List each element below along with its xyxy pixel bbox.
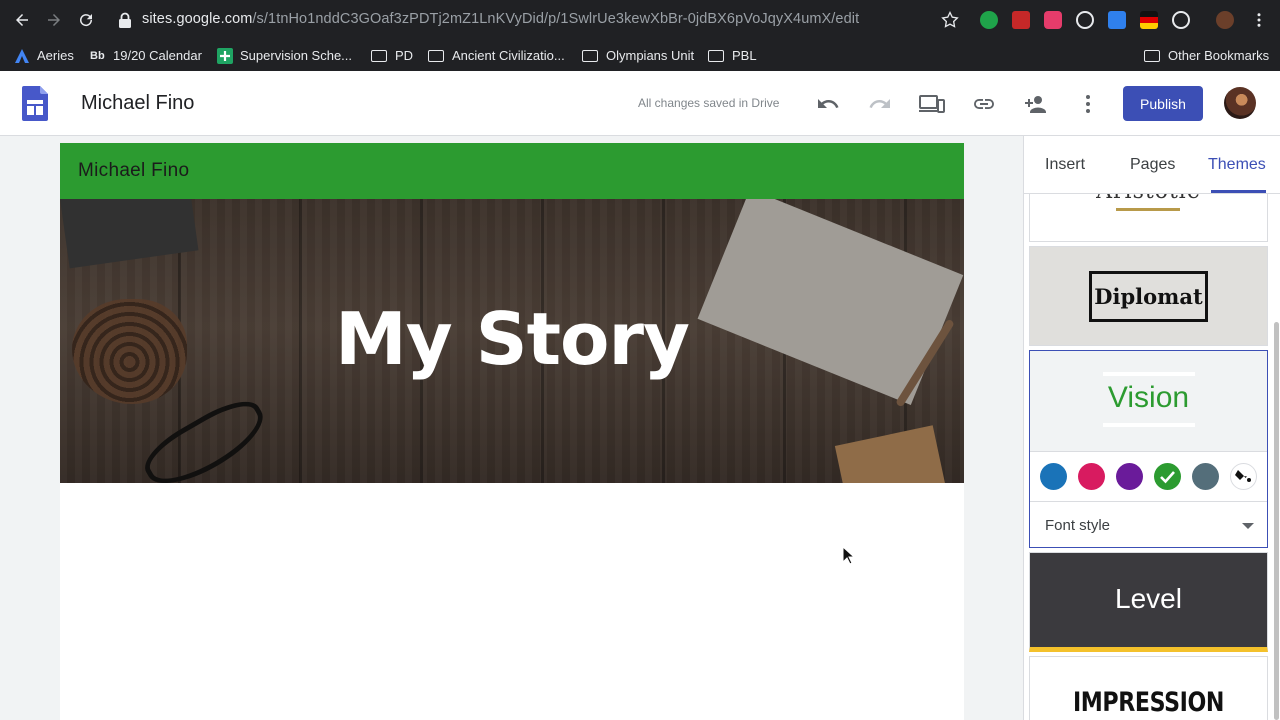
aeries-logo-icon [15,48,29,63]
extension-blue-icon[interactable] [1108,11,1126,29]
bookmark-pd[interactable]: PD [371,40,413,71]
folder-icon [371,49,387,62]
other-bookmarks[interactable]: Other Bookmarks [1144,40,1269,71]
sheets-plus-icon [217,47,233,64]
redo-icon [869,99,890,108]
bookmarks-bar: Aeries Bb 19/20 Calendar Supervision Sch… [0,40,1280,71]
site-page[interactable]: Michael Fino My Story [60,143,964,720]
banner-title[interactable]: My Story [60,297,964,381]
theme-card-impression[interactable]: IMPRESSION [1029,656,1268,720]
theme-name-level: Level [1115,583,1182,614]
folder-icon [708,49,724,62]
extension-video-icon[interactable] [1044,11,1062,29]
bookmark-supervision[interactable]: Supervision Sche... [217,40,352,71]
copy-link-button[interactable] [971,91,997,117]
account-avatar[interactable] [1224,87,1256,119]
undo-button[interactable] [815,91,841,117]
color-swatch-green[interactable] [1154,463,1181,490]
profile-avatar-icon[interactable] [1216,11,1234,29]
folder-icon [428,49,444,62]
tab-pages[interactable]: Pages [1130,156,1175,174]
theme-name-diplomat: Diplomat [1089,271,1208,322]
share-button[interactable] [1023,91,1049,117]
color-swatch-blue[interactable] [1040,463,1067,490]
theme-name-impression: IMPRESSION [1072,687,1225,718]
extension-flag-icon[interactable] [1140,11,1158,29]
font-style-dropdown[interactable]: Font style [1045,517,1110,534]
save-status: All changes saved in Drive [638,96,780,110]
bookmark-star-icon[interactable] [940,10,960,30]
undo-icon [818,99,839,108]
active-tab-indicator [1211,190,1266,193]
bookmark-pbl[interactable]: PBL [708,40,757,71]
more-vert-icon [1086,95,1090,113]
browser-menu-button[interactable] [1247,8,1271,32]
paint-bucket-icon [1235,470,1251,482]
extension-red-icon[interactable] [1012,11,1030,29]
aristotle-underline [1116,208,1180,211]
page-header-title[interactable]: Michael Fino [78,160,189,182]
person-add-icon [1025,96,1046,113]
color-swatch-slate[interactable] [1192,463,1219,490]
publish-button[interactable]: Publish [1123,86,1203,121]
back-button[interactable] [10,8,34,32]
arrow-left-icon [16,14,28,26]
reload-button[interactable] [74,8,98,32]
theme-card-vision[interactable]: Vision Font style [1029,350,1268,548]
google-sites-logo-icon[interactable] [22,86,48,121]
reload-icon [80,14,93,27]
address-bar-row: sites.google.com/s/1tnHo1nddC3GOaf3zPDTj… [0,0,1280,40]
preview-button[interactable] [919,91,945,117]
blackboard-icon: Bb [90,49,105,62]
forward-button[interactable] [42,8,66,32]
editor-canvas: Michael Fino My Story [0,136,1023,720]
bookmark-calendar[interactable]: Bb 19/20 Calendar [90,40,202,71]
sites-toolbar: Michael Fino All changes saved in Drive … [0,71,1280,136]
theme-name-vision: Vision [1107,381,1190,414]
header-banner[interactable]: My Story [60,199,964,483]
mouse-cursor-icon [842,546,854,565]
panel-tabs: Insert Pages Themes [1024,136,1280,194]
vision-rule-top [1103,372,1195,376]
more-vert-icon [1257,13,1261,27]
page-header[interactable]: Michael Fino [60,143,964,199]
folder-icon [582,49,598,62]
lock-icon[interactable] [118,12,132,28]
vision-divider-2 [1030,501,1267,502]
side-panel: Aristotle Diplomat Vision Font style Lev… [1023,136,1280,720]
folder-icon [1144,49,1160,62]
tab-themes[interactable]: Themes [1208,156,1266,174]
site-title[interactable]: Michael Fino [81,92,194,115]
redo-button[interactable] [867,91,893,117]
more-options-button[interactable] [1075,91,1101,117]
extension-green-icon[interactable] [980,11,998,29]
url-path: /s/1tnHo1nddC3GOaf3zPDTj2mZ1LnKVyDid/p/1… [252,11,860,27]
panel-scrollbar[interactable] [1274,322,1279,720]
bookmark-olympians-unit[interactable]: Olympians Unit [582,40,694,71]
devices-icon [919,95,945,113]
vision-divider [1030,451,1267,452]
extension-globe-icon[interactable] [1172,11,1190,29]
check-icon [1160,471,1175,484]
color-swatch-purple[interactable] [1116,463,1143,490]
url-field[interactable]: sites.google.com/s/1tnHo1nddC3GOaf3zPDTj… [142,11,859,27]
theme-card-level[interactable]: Level [1029,552,1268,652]
link-icon [974,99,994,109]
url-host: sites.google.com [142,11,253,27]
bookmark-aeries[interactable]: Aeries [14,40,74,71]
tab-insert[interactable]: Insert [1045,156,1085,174]
arrow-right-icon [48,14,60,26]
browser-chrome: sites.google.com/s/1tnHo1nddC3GOaf3zPDTj… [0,0,1280,71]
color-swatch-pink[interactable] [1078,463,1105,490]
vision-rule-bottom [1103,423,1195,427]
chevron-down-icon[interactable] [1242,523,1254,529]
bookmark-ancient-civilizations[interactable]: Ancient Civilizatio... [428,40,565,71]
custom-color-button[interactable] [1230,463,1257,490]
extension-share-icon[interactable] [1076,11,1094,29]
theme-card-diplomat[interactable]: Diplomat [1029,246,1268,346]
